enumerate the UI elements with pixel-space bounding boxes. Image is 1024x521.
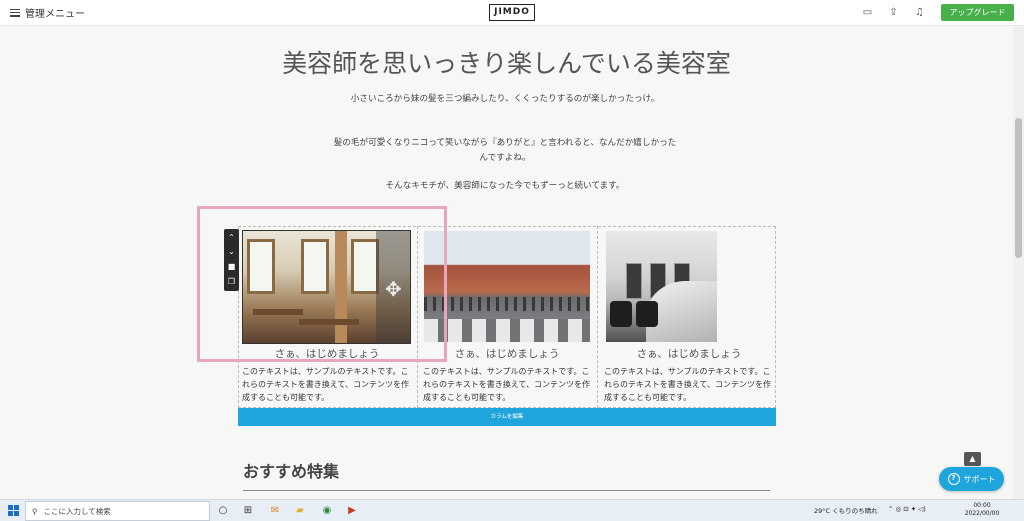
scroll-top-icon[interactable]: ▲: [964, 452, 981, 466]
scrollbar-thumb[interactable]: [1015, 118, 1022, 258]
search-placeholder: ここに入力して検索: [43, 506, 111, 516]
taskbar-search-input[interactable]: ⚲ ここに入力して検索: [25, 501, 210, 521]
cortana-icon[interactable]: ○: [216, 504, 230, 518]
section-title[interactable]: おすすめ特集: [243, 458, 339, 482]
clock[interactable]: 00:00 2022/00/00: [962, 502, 1002, 518]
windows-start-icon[interactable]: [8, 505, 19, 516]
bell-icon[interactable]: ♫: [914, 7, 925, 18]
intro-paragraph-2[interactable]: 髪の毛が可愛くなりニコって笑いながら『ありがと』と言われると、なんだか嬉しかった…: [330, 136, 680, 166]
upgrade-button[interactable]: アップグレード: [941, 4, 1014, 21]
page-heading[interactable]: 美容師を思いっきり楽しんでいる美容室: [0, 44, 1013, 80]
hamburger-icon: [10, 8, 20, 17]
help-icon: ?: [947, 473, 960, 485]
trash-icon[interactable]: ■: [224, 260, 239, 273]
column-1-text[interactable]: このテキストは、サンプルのテキストです。これらのテキストを書き換えて、コンテンツ…: [242, 365, 414, 404]
column-3-title[interactable]: さぁ、はじめましょう: [604, 346, 774, 361]
share-icon[interactable]: ⇪: [888, 7, 899, 18]
taskbar: ⚲ ここに入力して検索 ○ ⊞ ✉ ▰ ◉ ▶ 29°C くもりのち晴れ ⌃ ◎…: [0, 499, 1024, 521]
duplicate-icon[interactable]: ❐: [224, 275, 239, 288]
intro-paragraph-1[interactable]: 小さいころから妹の髪を三つ編みしたり、くくったりするのが楽しかったっけ。: [330, 92, 680, 107]
top-bar: 管理メニュー JIMDO ▭ ⇪ ♫ アップグレード: [0, 0, 1024, 26]
monitor-icon[interactable]: ▭: [862, 7, 873, 18]
clock-time: 00:00: [973, 502, 991, 509]
support-label: サポート: [963, 474, 996, 484]
media-app-icon[interactable]: ▶: [345, 504, 359, 518]
file-explorer-icon[interactable]: ▰: [293, 504, 307, 518]
move-up-icon[interactable]: ⌃: [224, 231, 239, 244]
edit-columns-button[interactable]: カラムを編集: [238, 408, 776, 426]
clock-date: 2022/00/00: [964, 510, 1000, 517]
move-down-icon[interactable]: ⌄: [224, 245, 239, 258]
mail-app-icon[interactable]: ✉: [268, 504, 282, 518]
admin-menu-label: 管理メニュー: [25, 9, 85, 20]
jimdo-logo[interactable]: JIMDO: [489, 4, 535, 21]
column-3-text[interactable]: このテキストは、サンプルのテキストです。これらのテキストを書き換えて、コンテンツ…: [604, 365, 776, 404]
tray-icons[interactable]: ⌃ ◎ ⊡ ✦ ◁): [888, 505, 926, 513]
weather-text[interactable]: 29°C くもりのち晴れ: [814, 505, 878, 515]
scrollbar-track[interactable]: [1013, 26, 1024, 499]
column-2-title[interactable]: さぁ、はじめましょう: [422, 346, 592, 361]
support-button[interactable]: ? サポート: [939, 467, 1004, 491]
intro-paragraph-3[interactable]: そんなキモチが、美容師になった今でもずーっと続いてます。: [330, 179, 680, 194]
chrome-icon[interactable]: ◉: [320, 504, 334, 518]
section-divider: [243, 490, 770, 491]
column-divider: [597, 226, 598, 408]
station-crossing-image[interactable]: [424, 231, 590, 342]
search-icon: ⚲: [32, 506, 38, 516]
task-view-icon[interactable]: ⊞: [241, 504, 255, 518]
column-2-text[interactable]: このテキストは、サンプルのテキストです。これらのテキストを書き換えて、コンテンツ…: [423, 365, 595, 404]
salon-interior-image[interactable]: [606, 231, 717, 342]
admin-menu-button[interactable]: 管理メニュー: [10, 5, 85, 20]
element-toolbar: ⌃ ⌄ ■ ❐: [224, 229, 239, 291]
